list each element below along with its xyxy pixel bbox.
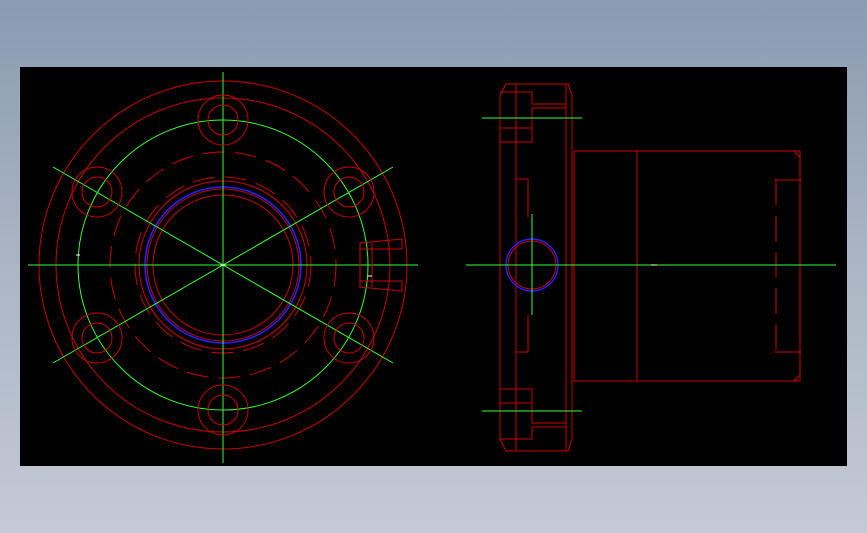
- flange-profile: [499, 83, 573, 452]
- mid-cut-upper: [516, 178, 529, 217]
- cad-drawing-canvas[interactable]: [20, 67, 847, 466]
- side-view: [466, 83, 836, 452]
- front-view: [28, 72, 418, 463]
- cad-drawing-viewport[interactable]: [20, 67, 847, 466]
- nut-body: [573, 150, 801, 382]
- nut-chamfer-bottom: [793, 374, 801, 382]
- nut-chamfer-top: [793, 150, 801, 158]
- bolt-hole-cut-bottom: [500, 402, 567, 440]
- mid-cut-lower: [516, 315, 529, 353]
- bolt-hole-cut-top: [500, 91, 567, 129]
